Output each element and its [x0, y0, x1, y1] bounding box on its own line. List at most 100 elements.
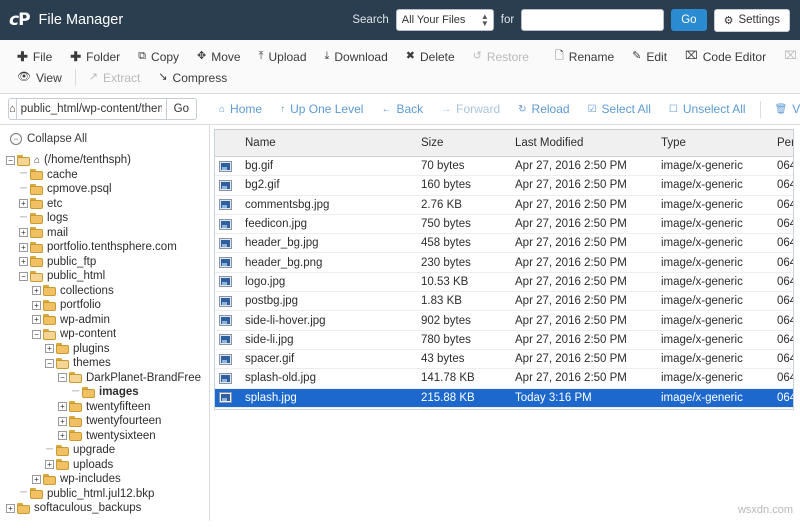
toolbar-edit-button[interactable]: ✎ Edit — [623, 50, 676, 64]
tree-node-logs[interactable]: ─ logs — [6, 211, 209, 226]
expand-icon[interactable]: + — [6, 503, 15, 513]
tree-node-public-html-jul12-bkp[interactable]: ─ public_html.jul12.bkp — [6, 487, 209, 502]
toolbar-view-button[interactable]: 👁 View — [8, 71, 71, 85]
nav-view-trash-link[interactable]: 🗑 View Trash — [766, 102, 800, 116]
path-input[interactable] — [15, 98, 166, 120]
column-header-type[interactable]: Type — [661, 130, 777, 157]
collapse-icon[interactable]: − — [45, 358, 54, 368]
tree-node-themes[interactable]: − themes — [6, 356, 209, 371]
tree-node-images[interactable]: ─ images — [6, 385, 209, 400]
path-home-icon[interactable]: ⌂ — [8, 98, 16, 120]
tree-node-collections[interactable]: + collections — [6, 284, 209, 299]
table-row[interactable]: header_bg.jpg 458 bytes Apr 27, 2016 2:50 … — [215, 233, 793, 254]
expand-icon[interactable]: + — [19, 242, 28, 252]
table-row[interactable]: logo.jpg 10.53 KB Apr 27, 2016 2:50 PM imag… — [215, 272, 793, 293]
nav-reload-link[interactable]: ↻ Reload — [509, 102, 578, 116]
folder-icon — [56, 343, 69, 355]
toolbar-folder-button[interactable]: ✚ Folder — [61, 50, 129, 64]
toolbar-download-button[interactable]: ⤓ Download — [316, 50, 397, 64]
tree-node-darkplanet-brandfree[interactable]: − DarkPlanet-BrandFree — [6, 371, 209, 386]
toolbar-code-editor-button[interactable]: ⌧ Code Editor — [676, 50, 775, 64]
column-header-name[interactable]: Name — [245, 130, 421, 157]
tree-node-wp-admin[interactable]: + wp-admin — [6, 313, 209, 328]
tree-node-uploads[interactable]: + uploads — [6, 458, 209, 473]
tree-node-wp-content[interactable]: − wp-content — [6, 327, 209, 342]
tree-node-portfolio[interactable]: + portfolio — [6, 298, 209, 313]
nav-select-all-link[interactable]: ☑ Select All — [579, 102, 660, 116]
expand-icon[interactable]: + — [19, 228, 28, 238]
table-row[interactable]: commentsbg.jpg 2.76 KB Apr 27, 2016 2:50 P… — [215, 195, 793, 215]
column-header-permissions[interactable]: Permissions — [777, 130, 793, 157]
table-row[interactable]: side-li.jpg 780 bytes Apr 27, 2016 2:50 PM… — [215, 330, 793, 350]
column-header-size[interactable]: Size — [421, 130, 515, 157]
column-header-last-modified[interactable]: Last Modified — [515, 130, 661, 157]
nav-unselect-all-link[interactable]: ☐ Unselect All — [660, 102, 755, 116]
toolbar-delete-button[interactable]: ✖ Delete — [397, 50, 464, 64]
expand-icon[interactable]: + — [32, 300, 41, 310]
table-row[interactable]: postbg.jpg 1.83 KB Apr 27, 2016 2:50 PM ima… — [215, 291, 793, 312]
toolbar-html-editor-button: ⌧HTML Editor — [775, 50, 800, 64]
tree-node-softaculous-backups[interactable]: + softaculous_backups — [6, 501, 209, 516]
collapse-icon[interactable]: − — [6, 155, 15, 165]
expand-icon[interactable]: + — [32, 474, 41, 484]
tree-node-twentysixteen[interactable]: + twentysixteen — [6, 429, 209, 444]
toolbar-copy-button[interactable]: ⧉ Copy — [129, 50, 188, 64]
toolbar-move-button[interactable]: ✥ Move — [188, 50, 250, 64]
nav-home-link[interactable]: ⌂ Home — [210, 102, 271, 116]
expand-icon[interactable]: + — [58, 431, 67, 441]
tree-node-etc[interactable]: + etc — [6, 197, 209, 212]
table-row[interactable]: spacer.gif 43 bytes Apr 27, 2016 2:50 PM im… — [215, 349, 793, 370]
nav-link-label: Up One Level — [290, 102, 364, 116]
tree-node-public-html[interactable]: − public_html — [6, 269, 209, 284]
file-size: 780 bytes — [421, 330, 515, 350]
search-go-button[interactable]: Go — [671, 9, 707, 31]
nav-up-one-level-link[interactable]: ↑ Up One Level — [271, 102, 372, 116]
table-row[interactable]: side-li-hover.jpg 902 bytes Apr 27, 2016 2… — [215, 310, 793, 331]
tree-node-twentyfifteen[interactable]: + twentyfifteen — [6, 400, 209, 415]
tree-node-wp-includes[interactable]: + wp-includes — [6, 472, 209, 487]
tree-node-cache[interactable]: ─ cache — [6, 168, 209, 183]
tree-node-twentyfourteen[interactable]: + twentyfourteen — [6, 414, 209, 429]
file-permissions: 0644 — [777, 291, 793, 312]
table-row[interactable]: splash.jpg 215.88 KB Today 3:16 PM image/x-… — [215, 388, 793, 408]
expand-icon[interactable]: + — [32, 315, 41, 325]
expand-icon[interactable]: + — [19, 257, 28, 267]
expand-icon[interactable]: + — [45, 344, 54, 354]
search-scope-select[interactable]: All Your Files — [395, 9, 494, 31]
collapse-icon[interactable]: − — [58, 373, 67, 383]
table-row[interactable]: feedicon.jpg 750 bytes Apr 27, 2016 2:50 P… — [215, 214, 793, 235]
table-row[interactable]: bg.gif 70 bytes Apr 27, 2016 2:50 PM image/… — [215, 156, 793, 177]
table-row[interactable]: header_bg.png 230 bytes Apr 27, 2016 2:50 … — [215, 252, 793, 273]
collapse-all-button[interactable]: − Collapse All — [10, 133, 209, 145]
toolbar-file-button[interactable]: ✚ File — [8, 50, 61, 64]
path-go-button[interactable]: Go — [165, 98, 197, 120]
expand-icon[interactable]: + — [58, 416, 67, 426]
tree-node-portfolio-tenthsphere-com[interactable]: + portfolio.tenthsphere.com — [6, 240, 209, 255]
tree-node-label: portfolio.tenthsphere.com — [47, 241, 177, 254]
folder-icon — [17, 502, 30, 514]
expand-icon[interactable]: + — [19, 199, 28, 209]
toolbar-rename-button[interactable]: 🗋 Rename — [546, 50, 623, 64]
table-row[interactable]: splash.png316.6 KBApr 27, 2016 2:50 PMim… — [215, 407, 793, 409]
search-input[interactable] — [521, 9, 665, 31]
collapse-icon[interactable]: − — [19, 271, 28, 281]
settings-button[interactable]: ⚙ Settings — [713, 8, 790, 32]
toolbar-compress-button[interactable]: ↘ Compress — [149, 71, 236, 85]
toolbar-upload-button[interactable]: ⤒ Upload — [250, 50, 316, 64]
tree-node-plugins[interactable]: + plugins — [6, 342, 209, 357]
nav-back-link[interactable]: ← Back — [372, 102, 432, 116]
extract-icon: ↗ — [88, 71, 98, 83]
expand-icon[interactable]: + — [32, 286, 41, 296]
tree-node-upgrade[interactable]: ─ upgrade — [6, 443, 209, 458]
table-row[interactable]: splash-old.jpg 141.78 KB Apr 27, 2016 2:50… — [215, 368, 793, 389]
tree-node-cpmove-psql[interactable]: ─ cpmove.psql — [6, 182, 209, 197]
tree-node-public-ftp[interactable]: + public_ftp — [6, 255, 209, 270]
cpanel-logo: cP — [9, 9, 31, 30]
table-row[interactable]: bg2.gif 160 bytes Apr 27, 2016 2:50 PM imag… — [215, 175, 793, 196]
tree-node-mail[interactable]: + mail — [6, 226, 209, 241]
expand-icon[interactable]: + — [45, 460, 54, 470]
tree-node-home-tenthsph[interactable]: − ⌂ (/home/tenthsph) — [6, 153, 209, 168]
collapse-icon[interactable]: − — [32, 329, 41, 339]
file-size: 2.76 KB — [421, 195, 515, 215]
expand-icon[interactable]: + — [58, 402, 67, 412]
